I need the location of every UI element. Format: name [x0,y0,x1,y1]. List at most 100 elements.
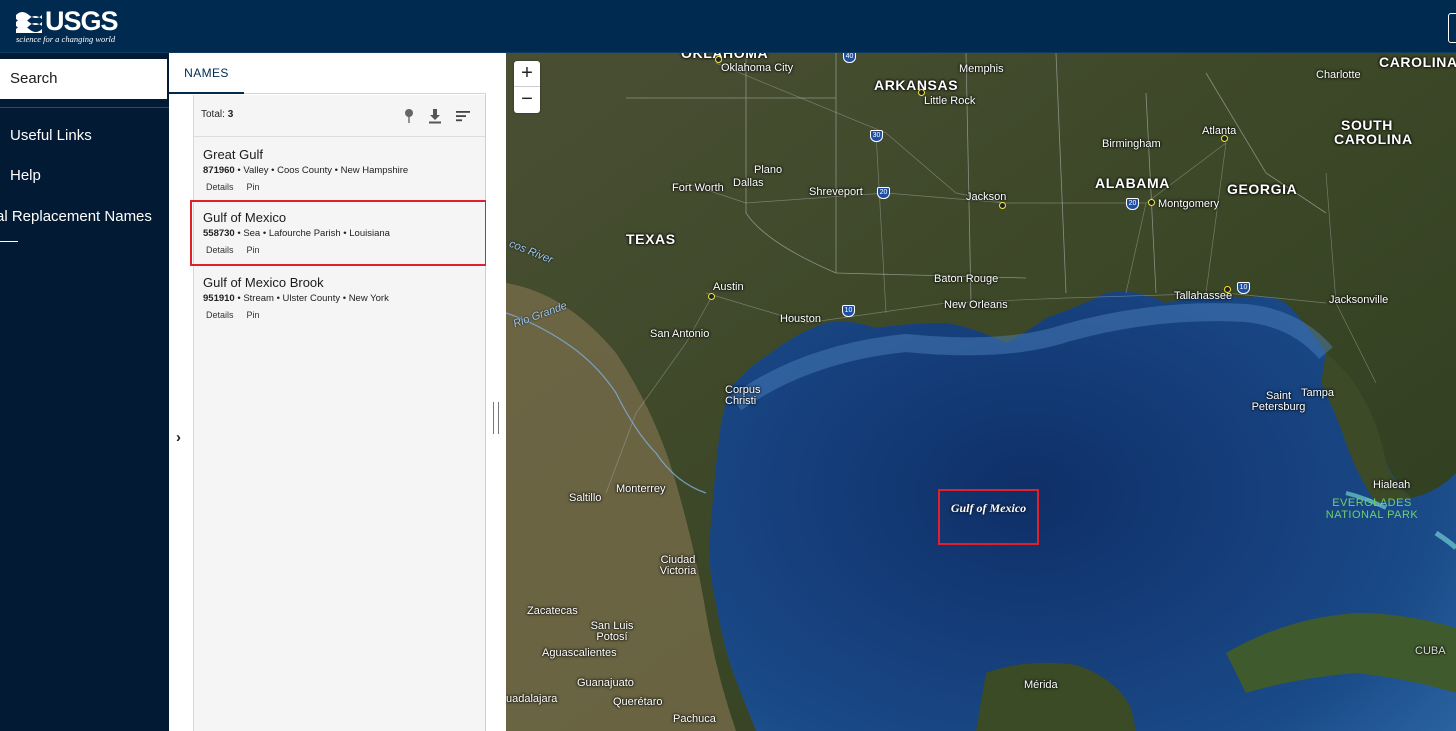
map-label-state: CAROLINA [1379,54,1456,70]
result-name[interactable]: Gulf of Mexico [203,210,486,225]
map-label-city: Birmingham [1102,138,1161,150]
details-link[interactable]: Details [206,245,234,255]
result-item[interactable]: Great Gulf 871960 • Valley • Coos County… [194,138,485,202]
results-list: Total: 3 Great Gulf 871960 • Valley • Co… [190,95,487,731]
map-label-city: Saint Petersburg [1251,390,1306,413]
sidebar-item-help[interactable]: Help [10,167,41,184]
map-label-city: Memphis [959,63,1004,75]
total-count: 3 [227,109,234,120]
names-panel: NAMES › Total: 3 Great Gulf 871960 • Val… [169,53,487,731]
top-header: USGS science for a changing world [0,0,1456,53]
sidebar-search[interactable]: Search [0,59,167,99]
interstate-shield: 10 [842,305,855,317]
interstate-shield: 20 [877,187,890,199]
tab-names[interactable]: NAMES [169,53,244,94]
result-item[interactable]: Gulf of Mexico Brook 951910 • Stream • U… [194,266,485,330]
result-id: 558730 [203,228,235,239]
map-label-city: Dallas [733,177,764,189]
map-label-city: Tallahassee [1174,290,1233,302]
chevron-right-icon[interactable]: › [176,429,181,446]
map-label-city: Baton Rouge [934,273,999,285]
total-label: Total: [201,109,225,120]
map-label-state: SOUTH CAROLINA [1334,117,1413,147]
sidebar-divider [0,107,169,108]
pin-icon[interactable] [400,107,418,125]
map-label-city: Austin [713,281,744,293]
sidebar-item-replacement-names[interactable]: al Replacement Names [0,208,152,225]
result-details-text: Sea • Lafourche Parish • Louisiana [243,228,390,239]
map-label-city: Zacatecas [527,605,578,617]
sidebar-item-useful-links[interactable]: Useful Links [10,127,92,144]
download-icon[interactable] [426,107,444,125]
panel-splitter[interactable] [486,53,506,731]
city-marker [1221,135,1228,142]
collapse-rail[interactable]: › [169,95,194,731]
map-label-city: Plano [754,164,783,176]
interstate-shield: 20 [1126,198,1139,210]
city-marker [708,293,715,300]
gulf-of-mexico-label[interactable]: Gulf of Mexico [938,489,1039,545]
map-label-city: Charlotte [1316,69,1361,81]
zoom-control: + − [514,61,540,113]
pin-link[interactable]: Pin [247,245,260,255]
city-marker [1148,199,1155,206]
drag-handle-icon[interactable] [493,402,499,434]
map-label-city: Mérida [1024,679,1058,691]
interstate-shield: 30 [870,130,883,142]
map-label-city: Tampa [1301,387,1335,399]
result-details-text: Stream • Ulster County • New York [243,293,389,304]
sidebar-item-underline [0,241,18,242]
map-label-city: Pachuca [673,713,716,725]
result-name[interactable]: Great Gulf [203,147,485,162]
map-label-city: Aguascalientes [542,647,617,659]
zoom-out-button[interactable]: − [514,87,540,113]
map-label-city: New Orleans [944,299,1008,311]
map-label-state: GEORGIA [1227,181,1298,197]
usgs-waves-icon [16,12,42,33]
results-total: Total: 3 [201,109,233,120]
map-label-park: EVERGLADES NATIONAL PARK [1325,497,1419,521]
left-sidebar: Search Useful Links Help al Replacement … [0,53,169,731]
map-label-city: Montgomery [1158,198,1220,210]
zoom-in-button[interactable]: + [514,61,540,87]
result-name[interactable]: Gulf of Mexico Brook [203,275,485,290]
map-label-city: Atlanta [1202,125,1237,137]
map-label-city: Fort Worth [672,182,724,194]
header-menu-button[interactable] [1448,13,1456,43]
sort-icon[interactable] [454,107,472,125]
pin-link[interactable]: Pin [247,182,260,192]
logo-text: USGS [45,6,119,36]
result-meta: 871960 • Valley • Coos County • New Hamp… [203,165,409,176]
pin-link[interactable]: Pin [247,310,260,320]
map-label-city: San Antonio [650,328,710,340]
city-marker [715,56,722,63]
result-id: 951910 [203,293,235,304]
map-label-city: Jackson [966,191,1007,203]
panel-tabs: NAMES [169,53,486,94]
map-label-state: ARKANSAS [874,77,959,93]
map-view[interactable]: + − OKLAHOMA ARKANSAS CAROLINA SOUTH CAR… [506,53,1456,731]
map-label-country: CUBA [1415,645,1446,657]
map-label-city: Oklahoma City [721,62,794,74]
map-label-city: Ciudad Victoria [659,554,697,577]
city-marker [999,202,1006,209]
map-label-city: Monterrey [616,483,666,495]
map-label-city: San Luis Potosí [590,620,634,643]
result-id: 871960 [203,165,235,176]
map-label-state: OKLAHOMA [681,53,769,61]
details-link[interactable]: Details [206,182,234,192]
result-actions: Details Pin [203,182,485,192]
map-label-city: Guanajuato [577,677,634,689]
map-label-city: Jacksonville [1329,294,1389,306]
map-label-city: Houston [780,313,821,325]
result-actions: Details Pin [203,310,485,320]
details-link[interactable]: Details [206,310,234,320]
map-label-city: Little Rock [924,95,976,107]
result-item-highlighted[interactable]: Gulf of Mexico 558730 • Sea • Lafourche … [190,200,487,266]
map-label-city: Querétaro [613,696,663,708]
interstate-shield: 10 [1237,282,1250,294]
city-marker [918,89,925,96]
usgs-logo[interactable]: USGS science for a changing world [16,6,119,44]
map-label-city: Corpus Christi [725,384,761,407]
map-label-city: uadalajara [506,693,558,705]
